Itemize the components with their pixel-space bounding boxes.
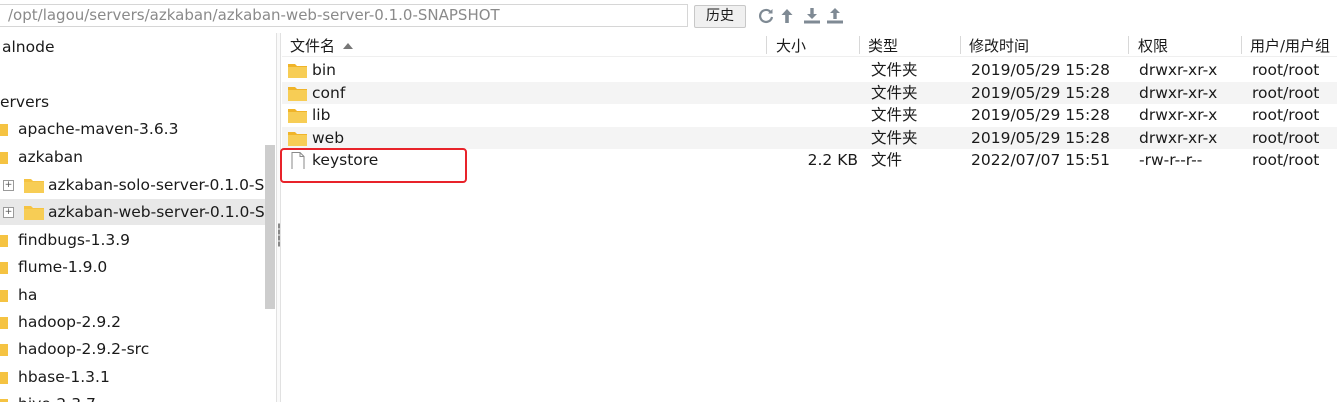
tree-item[interactable]: alnode: [0, 34, 265, 60]
splitter-grip-icon: [278, 223, 280, 247]
folder-icon: [0, 344, 8, 356]
file-name: keystore: [312, 151, 379, 169]
column-header-type[interactable]: 类型: [868, 33, 898, 57]
file-type: 文件: [871, 151, 903, 169]
file-name: conf: [312, 83, 346, 102]
folder-icon: [0, 372, 8, 384]
file-permissions: drwxr-xr-x: [1139, 128, 1218, 147]
expand-toggle-icon[interactable]: +: [3, 207, 14, 218]
folder-icon: [0, 262, 8, 274]
file-row[interactable]: lib 文件夹 2019/05/29 15:28 drwxr-xr-x root…: [282, 104, 1337, 127]
file-permissions: -rw-r--r--: [1139, 151, 1203, 169]
tree-item[interactable]: ha: [0, 282, 265, 308]
file-owner: root/root: [1252, 128, 1320, 147]
tree-item[interactable]: ervers: [0, 89, 265, 115]
tree-item[interactable]: hive-2.3.7: [0, 391, 265, 402]
tree-item[interactable]: azkaban: [0, 144, 265, 170]
file-type: 文件夹: [871, 61, 918, 79]
file-name: lib: [312, 106, 331, 124]
tree-item[interactable]: flume-1.9.0: [0, 254, 265, 280]
address-bar-row: /opt/lagou/servers/azkaban/azkaban-web-s…: [0, 0, 1337, 32]
refresh-icon[interactable]: [757, 7, 775, 25]
file-type: 文件夹: [871, 106, 918, 124]
file-row[interactable]: conf 文件夹 2019/05/29 15:28 drwxr-xr-x roo…: [282, 81, 1337, 104]
column-header-row: 文件名 大小 类型 修改时间 权限 用户/用户组: [282, 33, 1337, 57]
upload-icon[interactable]: [826, 7, 844, 25]
expand-toggle-icon[interactable]: +: [3, 180, 14, 191]
file-owner: root/root: [1252, 61, 1320, 79]
file-modified: 2019/05/29 15:28: [971, 61, 1110, 79]
folder-icon: [288, 64, 307, 78]
tree-item[interactable]: apache-maven-3.6.3: [0, 116, 265, 142]
tree-item[interactable]: hbase-1.3.1: [0, 364, 265, 390]
file-row[interactable]: web 文件夹 2019/05/29 15:28 drwxr-xr-x root…: [282, 126, 1337, 149]
folder-icon: [0, 317, 8, 329]
toolbar-icons: [757, 6, 844, 26]
tree-item[interactable]: findbugs-1.3.9: [0, 227, 265, 253]
file-modified: 2019/05/29 15:28: [971, 83, 1110, 102]
folder-icon: [0, 235, 8, 247]
column-header-permissions[interactable]: 权限: [1138, 33, 1168, 57]
column-divider[interactable]: [1128, 36, 1129, 54]
file-row[interactable]: bin 文件夹 2019/05/29 15:28 drwxr-xr-x root…: [282, 59, 1337, 82]
file-modified: 2019/05/29 15:28: [971, 106, 1110, 124]
file-modified: 2022/07/07 15:51: [971, 151, 1110, 169]
file-permissions: drwxr-xr-x: [1139, 83, 1218, 102]
file-type: 文件夹: [871, 128, 918, 147]
tree-item[interactable]: + azkaban-solo-server-0.1.0-SI: [0, 172, 269, 198]
sort-ascending-icon: [343, 43, 354, 49]
history-button[interactable]: 历史: [694, 5, 746, 28]
column-header-modified[interactable]: 修改时间: [969, 33, 1029, 57]
column-header-size[interactable]: 大小: [776, 33, 806, 57]
file-row[interactable]: keystore 2.2 KB 文件 2022/07/07 15:51 -rw-…: [282, 149, 1337, 172]
file-type: 文件夹: [871, 83, 918, 102]
directory-tree: alnode ervers apache-maven-3.6.3 azkaban…: [0, 33, 276, 402]
folder-icon: [0, 290, 8, 302]
file-name: web: [312, 128, 345, 147]
file-permissions: drwxr-xr-x: [1139, 106, 1218, 124]
path-input[interactable]: /opt/lagou/servers/azkaban/azkaban-web-s…: [0, 4, 688, 27]
column-divider[interactable]: [1241, 36, 1242, 54]
tree-item-selected[interactable]: + azkaban-web-server-0.1.0-SI: [0, 199, 269, 225]
file-list: 文件名 大小 类型 修改时间 权限 用户/用户组 bin 文件夹 2019/05…: [282, 33, 1337, 402]
up-arrow-icon[interactable]: [780, 7, 798, 25]
file-owner: root/root: [1252, 106, 1320, 124]
folder-icon: [24, 179, 44, 193]
file-name: bin: [312, 61, 336, 79]
tree-scrollbar-thumb[interactable]: [265, 145, 275, 309]
file-owner: root/root: [1252, 151, 1320, 169]
file-permissions: drwxr-xr-x: [1139, 61, 1218, 79]
folder-icon: [0, 124, 8, 136]
file-owner: root/root: [1252, 83, 1320, 102]
file-size: 2.2 KB: [807, 151, 858, 169]
folder-icon: [288, 131, 307, 146]
folder-icon: [288, 109, 307, 123]
folder-icon: [288, 86, 307, 101]
file-icon: [291, 152, 305, 169]
file-modified: 2019/05/29 15:28: [971, 128, 1110, 147]
tree-item[interactable]: hadoop-2.9.2-src: [0, 336, 265, 362]
folder-icon: [0, 152, 8, 164]
column-divider[interactable]: [960, 36, 961, 54]
column-divider[interactable]: [859, 36, 860, 54]
column-header-owner[interactable]: 用户/用户组: [1250, 33, 1330, 57]
folder-icon: [24, 206, 44, 220]
panel-splitter[interactable]: [276, 33, 281, 402]
tree-item[interactable]: hadoop-2.9.2: [0, 309, 265, 335]
column-divider[interactable]: [766, 36, 767, 54]
download-icon[interactable]: [803, 7, 821, 25]
column-header-name[interactable]: 文件名: [290, 33, 354, 57]
